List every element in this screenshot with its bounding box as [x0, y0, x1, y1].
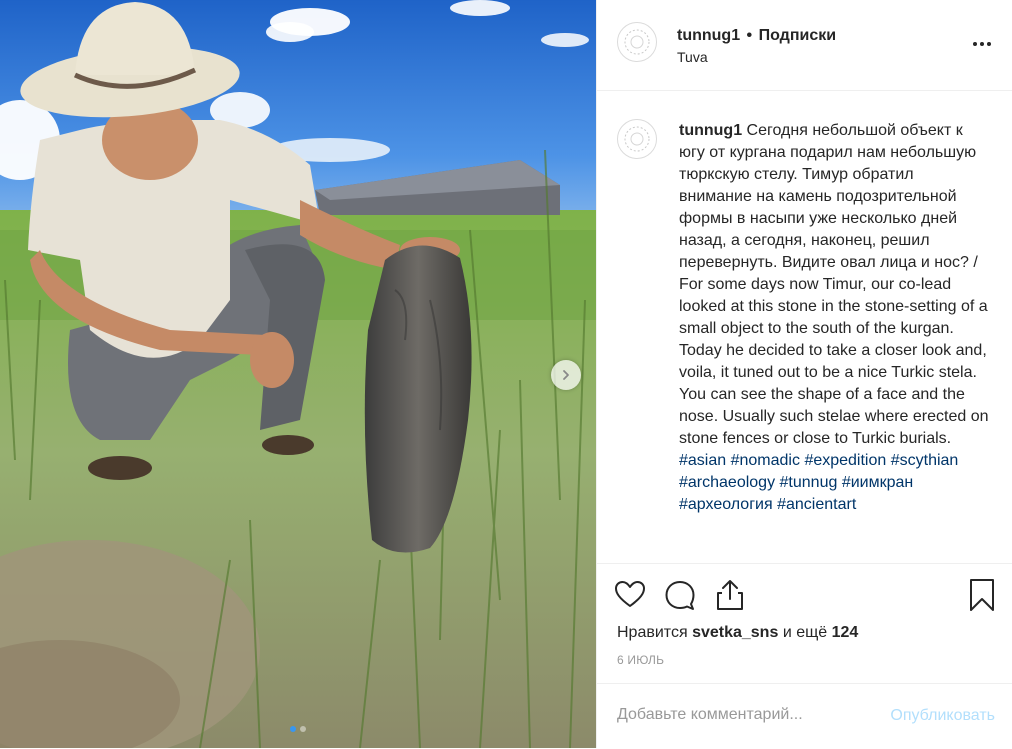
hashtag[interactable]: #ancientart [777, 496, 856, 513]
post-details-panel: tunnug1 • Подписки Tuva tunnug1 Сегодня … [596, 0, 1012, 748]
share-icon[interactable] [713, 578, 747, 612]
post-photo[interactable] [0, 0, 596, 748]
post-image [0, 0, 596, 748]
hashtag[interactable]: #archaeology [679, 474, 775, 491]
hashtag[interactable]: #asian [679, 452, 726, 469]
liked-by-user[interactable]: svetka_sns [692, 624, 778, 641]
comment-bar: Опубликовать [597, 683, 1012, 749]
carousel-indicator [0, 726, 596, 732]
more-options-icon[interactable] [972, 34, 992, 54]
carousel-dot-active [290, 726, 296, 732]
comment-input[interactable] [617, 706, 857, 724]
hashtag[interactable]: #scythian [891, 452, 959, 469]
caption-text: Сегодня небольшой объект к югу от курган… [679, 122, 989, 447]
post-header: tunnug1 • Подписки Tuva [597, 0, 1012, 91]
bookmark-icon[interactable] [965, 578, 999, 612]
avatar-logo-icon [624, 126, 650, 152]
post-caption: tunnug1 Сегодня небольшой объект к югу о… [679, 120, 989, 516]
caption-section: tunnug1 Сегодня небольшой объект к югу о… [597, 90, 1012, 563]
avatar-logo-icon [624, 29, 650, 55]
author-username[interactable]: tunnug1 [677, 27, 740, 44]
caption-username[interactable]: tunnug1 [679, 122, 742, 139]
hashtag[interactable]: #nomadic [731, 452, 800, 469]
likes-prefix: Нравится [617, 624, 688, 641]
carousel-dot [300, 726, 306, 732]
hashtag[interactable]: #иимкран [842, 474, 913, 491]
post-location[interactable]: Tuva [677, 47, 836, 67]
hashtag[interactable]: #археология [679, 496, 773, 513]
likes-summary[interactable]: Нравится svetka_sns и ещё 124 [617, 623, 858, 643]
following-button[interactable]: Подписки [759, 27, 836, 44]
likes-middle: и ещё [782, 624, 828, 641]
publish-button[interactable]: Опубликовать [890, 707, 995, 725]
caption-author-avatar[interactable] [617, 119, 657, 159]
chevron-right-icon [563, 370, 569, 380]
author-avatar[interactable] [617, 22, 657, 62]
header-separator: • [746, 27, 753, 44]
heart-icon[interactable] [613, 578, 647, 612]
likes-count[interactable]: 124 [832, 624, 859, 641]
hashtag[interactable]: #tunnug [780, 474, 838, 491]
hashtag[interactable]: #expedition [804, 452, 886, 469]
post-actions: Нравится svetka_sns и ещё 124 6 ИЮЛЬ [597, 563, 1012, 684]
next-slide-button[interactable] [551, 360, 581, 390]
comment-bubble-icon[interactable] [663, 578, 697, 612]
post-date[interactable]: 6 ИЮЛЬ [617, 653, 664, 667]
